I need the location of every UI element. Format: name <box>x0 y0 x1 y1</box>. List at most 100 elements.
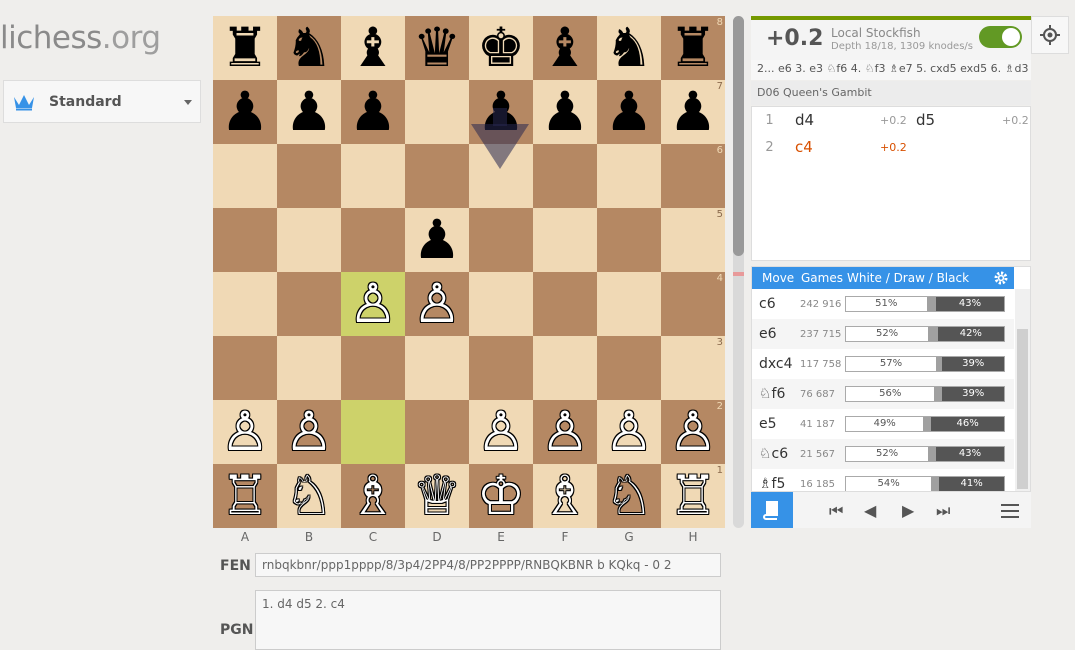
piece-a1[interactable]: ♖ <box>213 464 277 528</box>
piece-b1[interactable]: ♘ <box>277 464 341 528</box>
gear-icon[interactable] <box>993 270 1009 286</box>
prev-move-button[interactable]: ◀ <box>864 501 876 520</box>
square-b4[interactable] <box>277 272 341 336</box>
piece-e2[interactable]: ♙ <box>469 400 533 464</box>
engine-toggle[interactable] <box>979 26 1022 48</box>
square-b1[interactable]: ♘ <box>277 464 341 528</box>
square-g7[interactable]: ♟ <box>597 80 661 144</box>
piece-a2[interactable]: ♙ <box>213 400 277 464</box>
square-d8[interactable]: ♛ <box>405 16 469 80</box>
chess-board[interactable]: ♜♞♝♛♚♝♞♜8♟♟♟♟♟♟♟76♟5♙♙43♙♙♙♙♙♙2♖♘♗♕♔♗♘♖1 <box>213 16 725 528</box>
square-d6[interactable] <box>405 144 469 208</box>
piece-h8[interactable]: ♜ <box>661 16 725 80</box>
square-f2[interactable]: ♙ <box>533 400 597 464</box>
square-h5[interactable]: 5 <box>661 208 725 272</box>
square-a2[interactable]: ♙ <box>213 400 277 464</box>
square-b5[interactable] <box>277 208 341 272</box>
square-f1[interactable]: ♗ <box>533 464 597 528</box>
square-h2[interactable]: ♙ 2 <box>661 400 725 464</box>
square-b6[interactable] <box>277 144 341 208</box>
piece-d8[interactable]: ♛ <box>405 16 469 80</box>
next-move-button[interactable]: ▶ <box>902 501 914 520</box>
square-h6[interactable]: 6 <box>661 144 725 208</box>
square-c8[interactable]: ♝ <box>341 16 405 80</box>
square-c6[interactable] <box>341 144 405 208</box>
explorer-row[interactable]: ♗f5 16 185 54% 41% <box>752 469 1014 491</box>
engine-pv-line[interactable]: 2... e6 3. e3 ♘f6 4. ♘f3 ♗e7 5. cxd5 exd… <box>751 60 1031 80</box>
square-e1[interactable]: ♔ <box>469 464 533 528</box>
fen-input[interactable] <box>255 553 721 577</box>
square-f8[interactable]: ♝ <box>533 16 597 80</box>
square-f7[interactable]: ♟ <box>533 80 597 144</box>
piece-c8[interactable]: ♝ <box>341 16 405 80</box>
piece-d5[interactable]: ♟ <box>405 208 469 272</box>
square-e2[interactable]: ♙ <box>469 400 533 464</box>
square-c7[interactable]: ♟ <box>341 80 405 144</box>
explorer-toggle-button[interactable] <box>751 492 793 528</box>
square-e8[interactable]: ♚ <box>469 16 533 80</box>
square-h3[interactable]: 3 <box>661 336 725 400</box>
explorer-row[interactable]: e6 237 715 52% 42% <box>752 319 1014 349</box>
square-e3[interactable] <box>469 336 533 400</box>
square-a3[interactable] <box>213 336 277 400</box>
square-d2[interactable] <box>405 400 469 464</box>
explorer-row[interactable]: c6 242 916 51% 43% <box>752 289 1014 319</box>
piece-f8[interactable]: ♝ <box>533 16 597 80</box>
piece-f1[interactable]: ♗ <box>533 464 597 528</box>
square-e5[interactable] <box>469 208 533 272</box>
square-a4[interactable] <box>213 272 277 336</box>
square-b7[interactable]: ♟ <box>277 80 341 144</box>
piece-h7[interactable]: ♟ <box>661 80 725 144</box>
square-f6[interactable] <box>533 144 597 208</box>
piece-c7[interactable]: ♟ <box>341 80 405 144</box>
square-h4[interactable]: 4 <box>661 272 725 336</box>
piece-b2[interactable]: ♙ <box>277 400 341 464</box>
piece-h2[interactable]: ♙ <box>661 400 725 464</box>
piece-h1[interactable]: ♖ <box>661 464 725 528</box>
square-f3[interactable] <box>533 336 597 400</box>
square-h7[interactable]: ♟ 7 <box>661 80 725 144</box>
threat-button[interactable] <box>1031 16 1069 54</box>
square-a1[interactable]: ♖ <box>213 464 277 528</box>
square-d5[interactable]: ♟ <box>405 208 469 272</box>
piece-f2[interactable]: ♙ <box>533 400 597 464</box>
square-c4[interactable]: ♙ <box>341 272 405 336</box>
square-b3[interactable] <box>277 336 341 400</box>
piece-g1[interactable]: ♘ <box>597 464 661 528</box>
menu-icon[interactable] <box>1001 504 1019 518</box>
square-g1[interactable]: ♘ <box>597 464 661 528</box>
square-a7[interactable]: ♟ <box>213 80 277 144</box>
square-g8[interactable]: ♞ <box>597 16 661 80</box>
explorer-scrollbar[interactable] <box>1015 289 1030 491</box>
square-b8[interactable]: ♞ <box>277 16 341 80</box>
square-g6[interactable] <box>597 144 661 208</box>
piece-a7[interactable]: ♟ <box>213 80 277 144</box>
square-b2[interactable]: ♙ <box>277 400 341 464</box>
piece-a8[interactable]: ♜ <box>213 16 277 80</box>
explorer-row[interactable]: ♘c6 21 567 52% 43% <box>752 439 1014 469</box>
explorer-row[interactable]: ♘f6 76 687 56% 39% <box>752 379 1014 409</box>
piece-d1[interactable]: ♕ <box>405 464 469 528</box>
square-a6[interactable] <box>213 144 277 208</box>
move-white-current[interactable]: c4 <box>795 134 813 161</box>
explorer-row[interactable]: dxc4 117 758 57% 39% <box>752 349 1014 379</box>
piece-e8[interactable]: ♚ <box>469 16 533 80</box>
square-g2[interactable]: ♙ <box>597 400 661 464</box>
variant-select[interactable]: Standard <box>3 80 201 123</box>
piece-d4[interactable]: ♙ <box>405 272 469 336</box>
piece-c1[interactable]: ♗ <box>341 464 405 528</box>
square-g4[interactable] <box>597 272 661 336</box>
pgn-textarea[interactable]: 1. d4 d5 2. c4 <box>255 590 721 650</box>
piece-b7[interactable]: ♟ <box>277 80 341 144</box>
move-white[interactable]: d4 <box>795 107 814 134</box>
square-f5[interactable] <box>533 208 597 272</box>
square-d3[interactable] <box>405 336 469 400</box>
square-c2[interactable] <box>341 400 405 464</box>
square-h8[interactable]: ♜ 8 <box>661 16 725 80</box>
square-e4[interactable] <box>469 272 533 336</box>
last-move-button[interactable]: ⏭ <box>936 501 951 521</box>
piece-g7[interactable]: ♟ <box>597 80 661 144</box>
square-f4[interactable] <box>533 272 597 336</box>
square-d4[interactable]: ♙ <box>405 272 469 336</box>
piece-g2[interactable]: ♙ <box>597 400 661 464</box>
